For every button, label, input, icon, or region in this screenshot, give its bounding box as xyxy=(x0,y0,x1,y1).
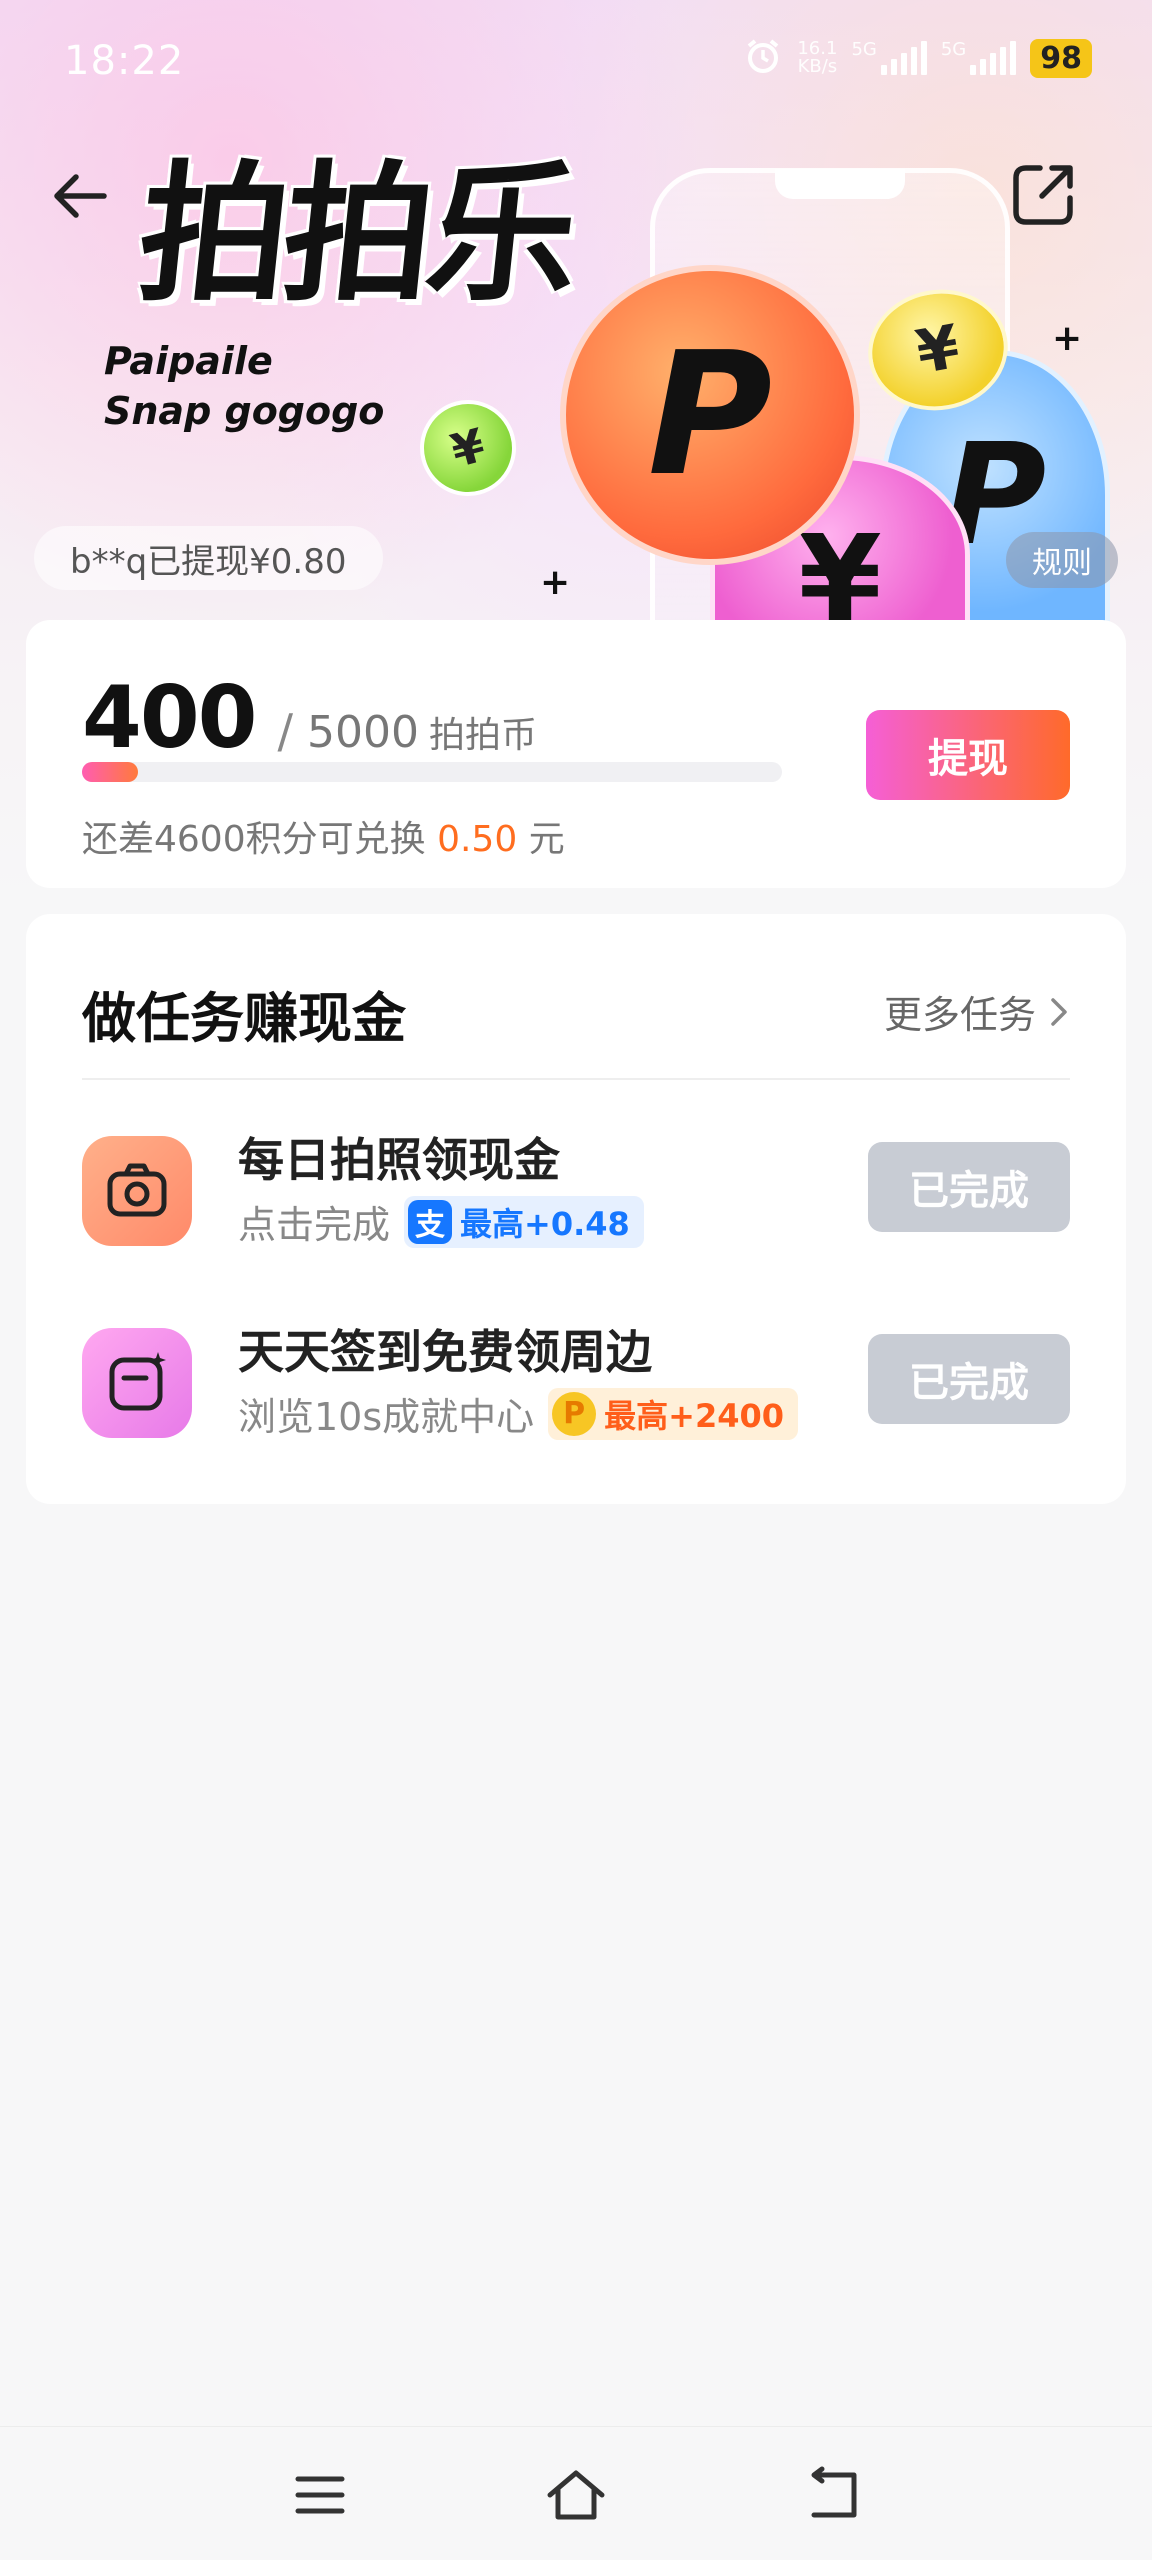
balance-hint-amount: 0.50 xyxy=(437,819,518,860)
task-subtitle-row: 浏览10s成就中心 P 最高+2400 xyxy=(238,1386,799,1441)
task-item: 天天签到免费领周边 浏览10s成就中心 P 最高+2400 已完成 xyxy=(82,1316,1070,1446)
chevron-right-icon xyxy=(1051,997,1067,1026)
task-done-button[interactable]: 已完成 xyxy=(868,1334,1070,1424)
task-item: 每日拍照领现金 点击完成 支 最高+0.48 已完成 xyxy=(82,1124,1070,1254)
home-icon xyxy=(547,2470,605,2520)
task-subtitle-row: 点击完成 支 最高+0.48 xyxy=(238,1194,644,1249)
nav-back-button[interactable] xyxy=(792,2455,872,2535)
balance-card: 400 / 5000 拍拍币 还差4600积分可兑换 0.50 元 提现 xyxy=(26,620,1126,888)
signal-2-label: 5G xyxy=(940,39,967,60)
camera-icon xyxy=(82,1136,192,1246)
task-subtitle: 点击完成 xyxy=(238,1203,391,1247)
coin-icon: P xyxy=(552,1391,597,1436)
battery-level: 98 xyxy=(1030,38,1092,78)
balance-progress-fill xyxy=(82,762,138,782)
net-speed-unit: KB/s xyxy=(797,56,838,77)
logo-subtitle-line2: Snap gogogo xyxy=(104,389,385,433)
balance-hint-prefix: 还差4600积分可兑换 xyxy=(82,819,426,860)
balance-current: 400 xyxy=(82,668,258,768)
signal-1-label: 5G xyxy=(851,39,877,60)
reward-chip: 支 最高+0.48 xyxy=(404,1195,644,1248)
status-bar: 18:22 16.1 KB/s 5G 5G 98 xyxy=(0,0,1152,120)
sparkle-icon: + xyxy=(1052,318,1083,359)
balance-progress-bar xyxy=(82,762,782,782)
signal-bars-icon xyxy=(970,41,1017,75)
page: 18:22 16.1 KB/s 5G 5G 98 拍拍乐 Paipaile Sn… xyxy=(0,0,1152,2560)
signal-bars-icon xyxy=(880,41,927,75)
alipay-icon: 支 xyxy=(408,1199,453,1244)
menu-icon xyxy=(295,2476,345,2514)
net-speed: 16.1 KB/s xyxy=(797,40,837,76)
back-icon xyxy=(811,2466,857,2518)
reward-chip: P 最高+2400 xyxy=(548,1387,799,1440)
tasks-card: 做任务赚现金 更多任务 每日拍照领现金 点击完成 支 最高+0.48 已完成 天… xyxy=(26,914,1126,1504)
rules-button[interactable]: 规则 xyxy=(1006,532,1118,588)
tasks-title: 做任务赚现金 xyxy=(82,987,406,1050)
share-external-icon xyxy=(1013,165,1073,225)
alarm-icon xyxy=(743,36,783,80)
task-subtitle: 浏览10s成就中心 xyxy=(238,1395,535,1439)
status-icons: 16.1 KB/s 5G 5G 98 xyxy=(743,36,1092,80)
nav-menu-button[interactable] xyxy=(280,2455,360,2535)
task-name: 天天签到免费领周边 xyxy=(238,1325,652,1379)
task-done-button[interactable]: 已完成 xyxy=(868,1142,1070,1232)
checkin-sparkle-icon xyxy=(82,1328,192,1438)
signal-2: 5G xyxy=(940,39,1017,75)
sparkle-icon: + xyxy=(540,562,571,603)
coin-orange-decoration: P xyxy=(560,265,860,565)
balance-hint-suffix: 元 xyxy=(528,819,565,860)
balance-hint: 还差4600积分可兑换 0.50 元 xyxy=(82,810,565,862)
reward-amount: 最高+2400 xyxy=(604,1396,785,1435)
back-button[interactable] xyxy=(44,160,116,232)
task-name: 每日拍照领现金 xyxy=(238,1133,560,1187)
logo-subtitle: Paipaile Snap gogogo xyxy=(104,336,384,436)
share-button[interactable] xyxy=(1006,156,1082,232)
more-tasks-link[interactable]: 更多任务 xyxy=(884,984,1070,1039)
balance-total: 5000 xyxy=(307,707,420,758)
divider xyxy=(82,1078,1070,1080)
balance-summary: 400 / 5000 拍拍币 xyxy=(82,668,537,768)
coin-green-decoration: ¥ xyxy=(409,389,527,507)
status-time: 18:22 xyxy=(64,38,185,84)
system-nav-bar xyxy=(0,2426,1152,2560)
nav-home-button[interactable] xyxy=(536,2455,616,2535)
balance-separator: / xyxy=(277,704,294,758)
header-banner: 18:22 16.1 KB/s 5G 5G 98 拍拍乐 Paipaile Sn… xyxy=(0,0,1152,655)
signal-1: 5G xyxy=(851,39,927,75)
logo-subtitle-line1: Paipaile xyxy=(104,339,273,383)
withdraw-notice: b**q已提现¥0.80 xyxy=(34,526,383,590)
logo-title: 拍拍乐 xyxy=(130,148,582,322)
reward-amount: 最高+0.48 xyxy=(460,1204,630,1243)
balance-unit: 拍拍币 xyxy=(429,715,538,756)
arrow-left-icon xyxy=(54,174,107,218)
more-tasks-label: 更多任务 xyxy=(883,993,1036,1037)
cashout-button[interactable]: 提现 xyxy=(866,710,1070,800)
